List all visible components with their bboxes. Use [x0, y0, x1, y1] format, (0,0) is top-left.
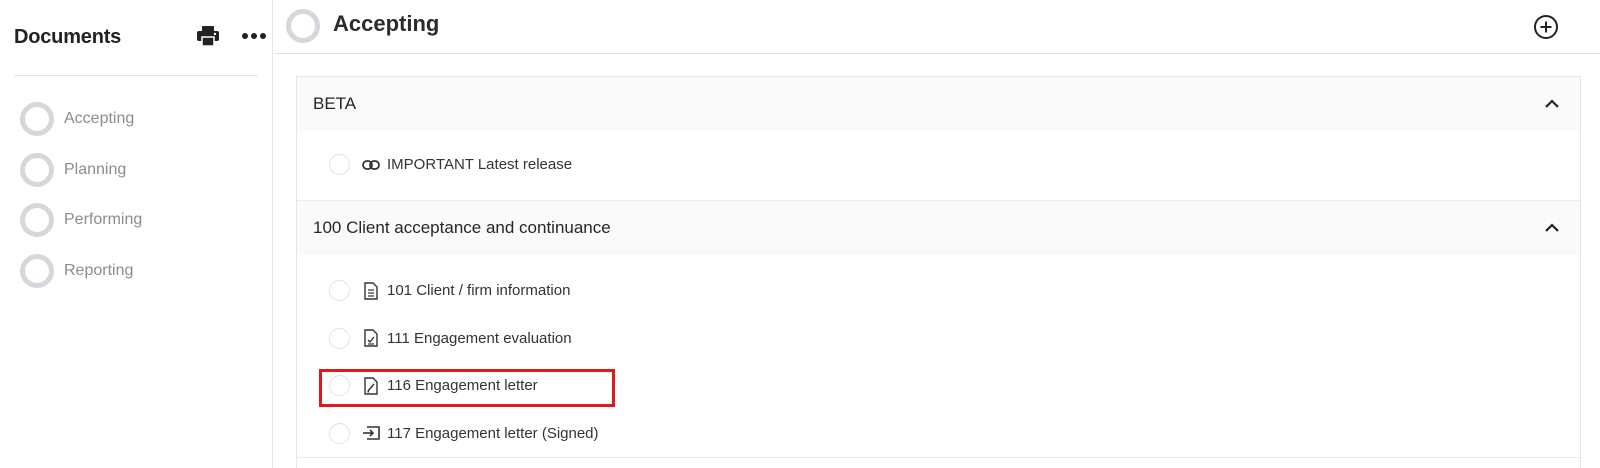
- document-check-icon: [361, 328, 381, 348]
- progress-ring-icon: [20, 102, 54, 137]
- status-checkbox[interactable]: [329, 154, 350, 176]
- add-button[interactable]: [1532, 13, 1560, 41]
- section-header-beta[interactable]: BETA: [297, 77, 1580, 131]
- item-label: 116 Engagement letter: [387, 377, 538, 395]
- sidebar-title: Documents: [14, 25, 122, 48]
- list-item[interactable]: IMPORTANT Latest release: [297, 141, 1580, 189]
- item-label: 117 Engagement letter (Signed): [387, 424, 599, 442]
- phase-label: Reporting: [64, 261, 134, 279]
- document-edit-icon: [361, 376, 381, 396]
- more-horizontal-icon: [242, 33, 266, 39]
- item-label: IMPORTANT Latest release: [387, 156, 573, 174]
- section-body-client-acceptance: 101 Client / firm information 111 Engage…: [297, 255, 1580, 458]
- status-checkbox[interactable]: [329, 327, 350, 349]
- list-item[interactable]: 116 Engagement letter: [297, 362, 1580, 410]
- phase-label: Accepting: [64, 110, 135, 128]
- phase-item-planning[interactable]: Planning: [20, 145, 260, 196]
- item-label: 111 Engagement evaluation: [387, 329, 572, 347]
- section-title: 100 Client acceptance and continuance: [313, 218, 611, 237]
- status-checkbox[interactable]: [329, 280, 350, 302]
- more-options-button[interactable]: [240, 22, 268, 50]
- sidebar-actions: [194, 22, 268, 50]
- item-label: 101 Client / firm information: [387, 282, 571, 300]
- phase-label: Performing: [64, 211, 143, 229]
- section-header-client-acceptance[interactable]: 100 Client acceptance and continuance: [297, 201, 1580, 255]
- document-list-icon: [361, 281, 381, 301]
- phase-item-performing[interactable]: Performing: [20, 195, 260, 246]
- list-item[interactable]: 111 Engagement evaluation: [297, 315, 1580, 363]
- sidebar: Documents Accepting Planning Performing …: [0, 0, 273, 468]
- progress-ring-icon: [286, 9, 320, 43]
- progress-ring-icon: [20, 152, 54, 187]
- chevron-up-icon: [1545, 223, 1559, 232]
- documents-panel: BETA IMPORTANT Latest release 100 Client…: [296, 76, 1581, 468]
- sidebar-divider: [14, 75, 258, 76]
- list-item[interactable]: 101 Client / firm information: [297, 267, 1580, 315]
- chevron-up-icon: [1545, 99, 1559, 108]
- status-checkbox[interactable]: [329, 375, 350, 397]
- print-button[interactable]: [194, 22, 222, 50]
- progress-ring-icon: [20, 203, 54, 238]
- import-icon: [361, 423, 381, 443]
- collapse-toggle[interactable]: [1542, 218, 1562, 238]
- phase-label: Planning: [64, 160, 127, 178]
- section-body-beta: IMPORTANT Latest release: [297, 131, 1580, 201]
- page-title: Accepting: [333, 11, 440, 36]
- collapse-toggle[interactable]: [1542, 94, 1562, 114]
- status-checkbox[interactable]: [329, 422, 350, 444]
- main-header: Accepting: [274, 0, 1600, 54]
- progress-ring-icon: [20, 253, 54, 288]
- phase-list: Accepting Planning Performing Reporting: [20, 94, 260, 296]
- printer-icon: [197, 26, 219, 47]
- list-item[interactable]: 117 Engagement letter (Signed): [297, 410, 1580, 458]
- plus-circle-icon: [1534, 15, 1558, 39]
- phase-item-accepting[interactable]: Accepting: [20, 94, 260, 145]
- section-title: BETA: [313, 94, 357, 113]
- phase-item-reporting[interactable]: Reporting: [20, 246, 260, 297]
- link-icon: [361, 155, 381, 175]
